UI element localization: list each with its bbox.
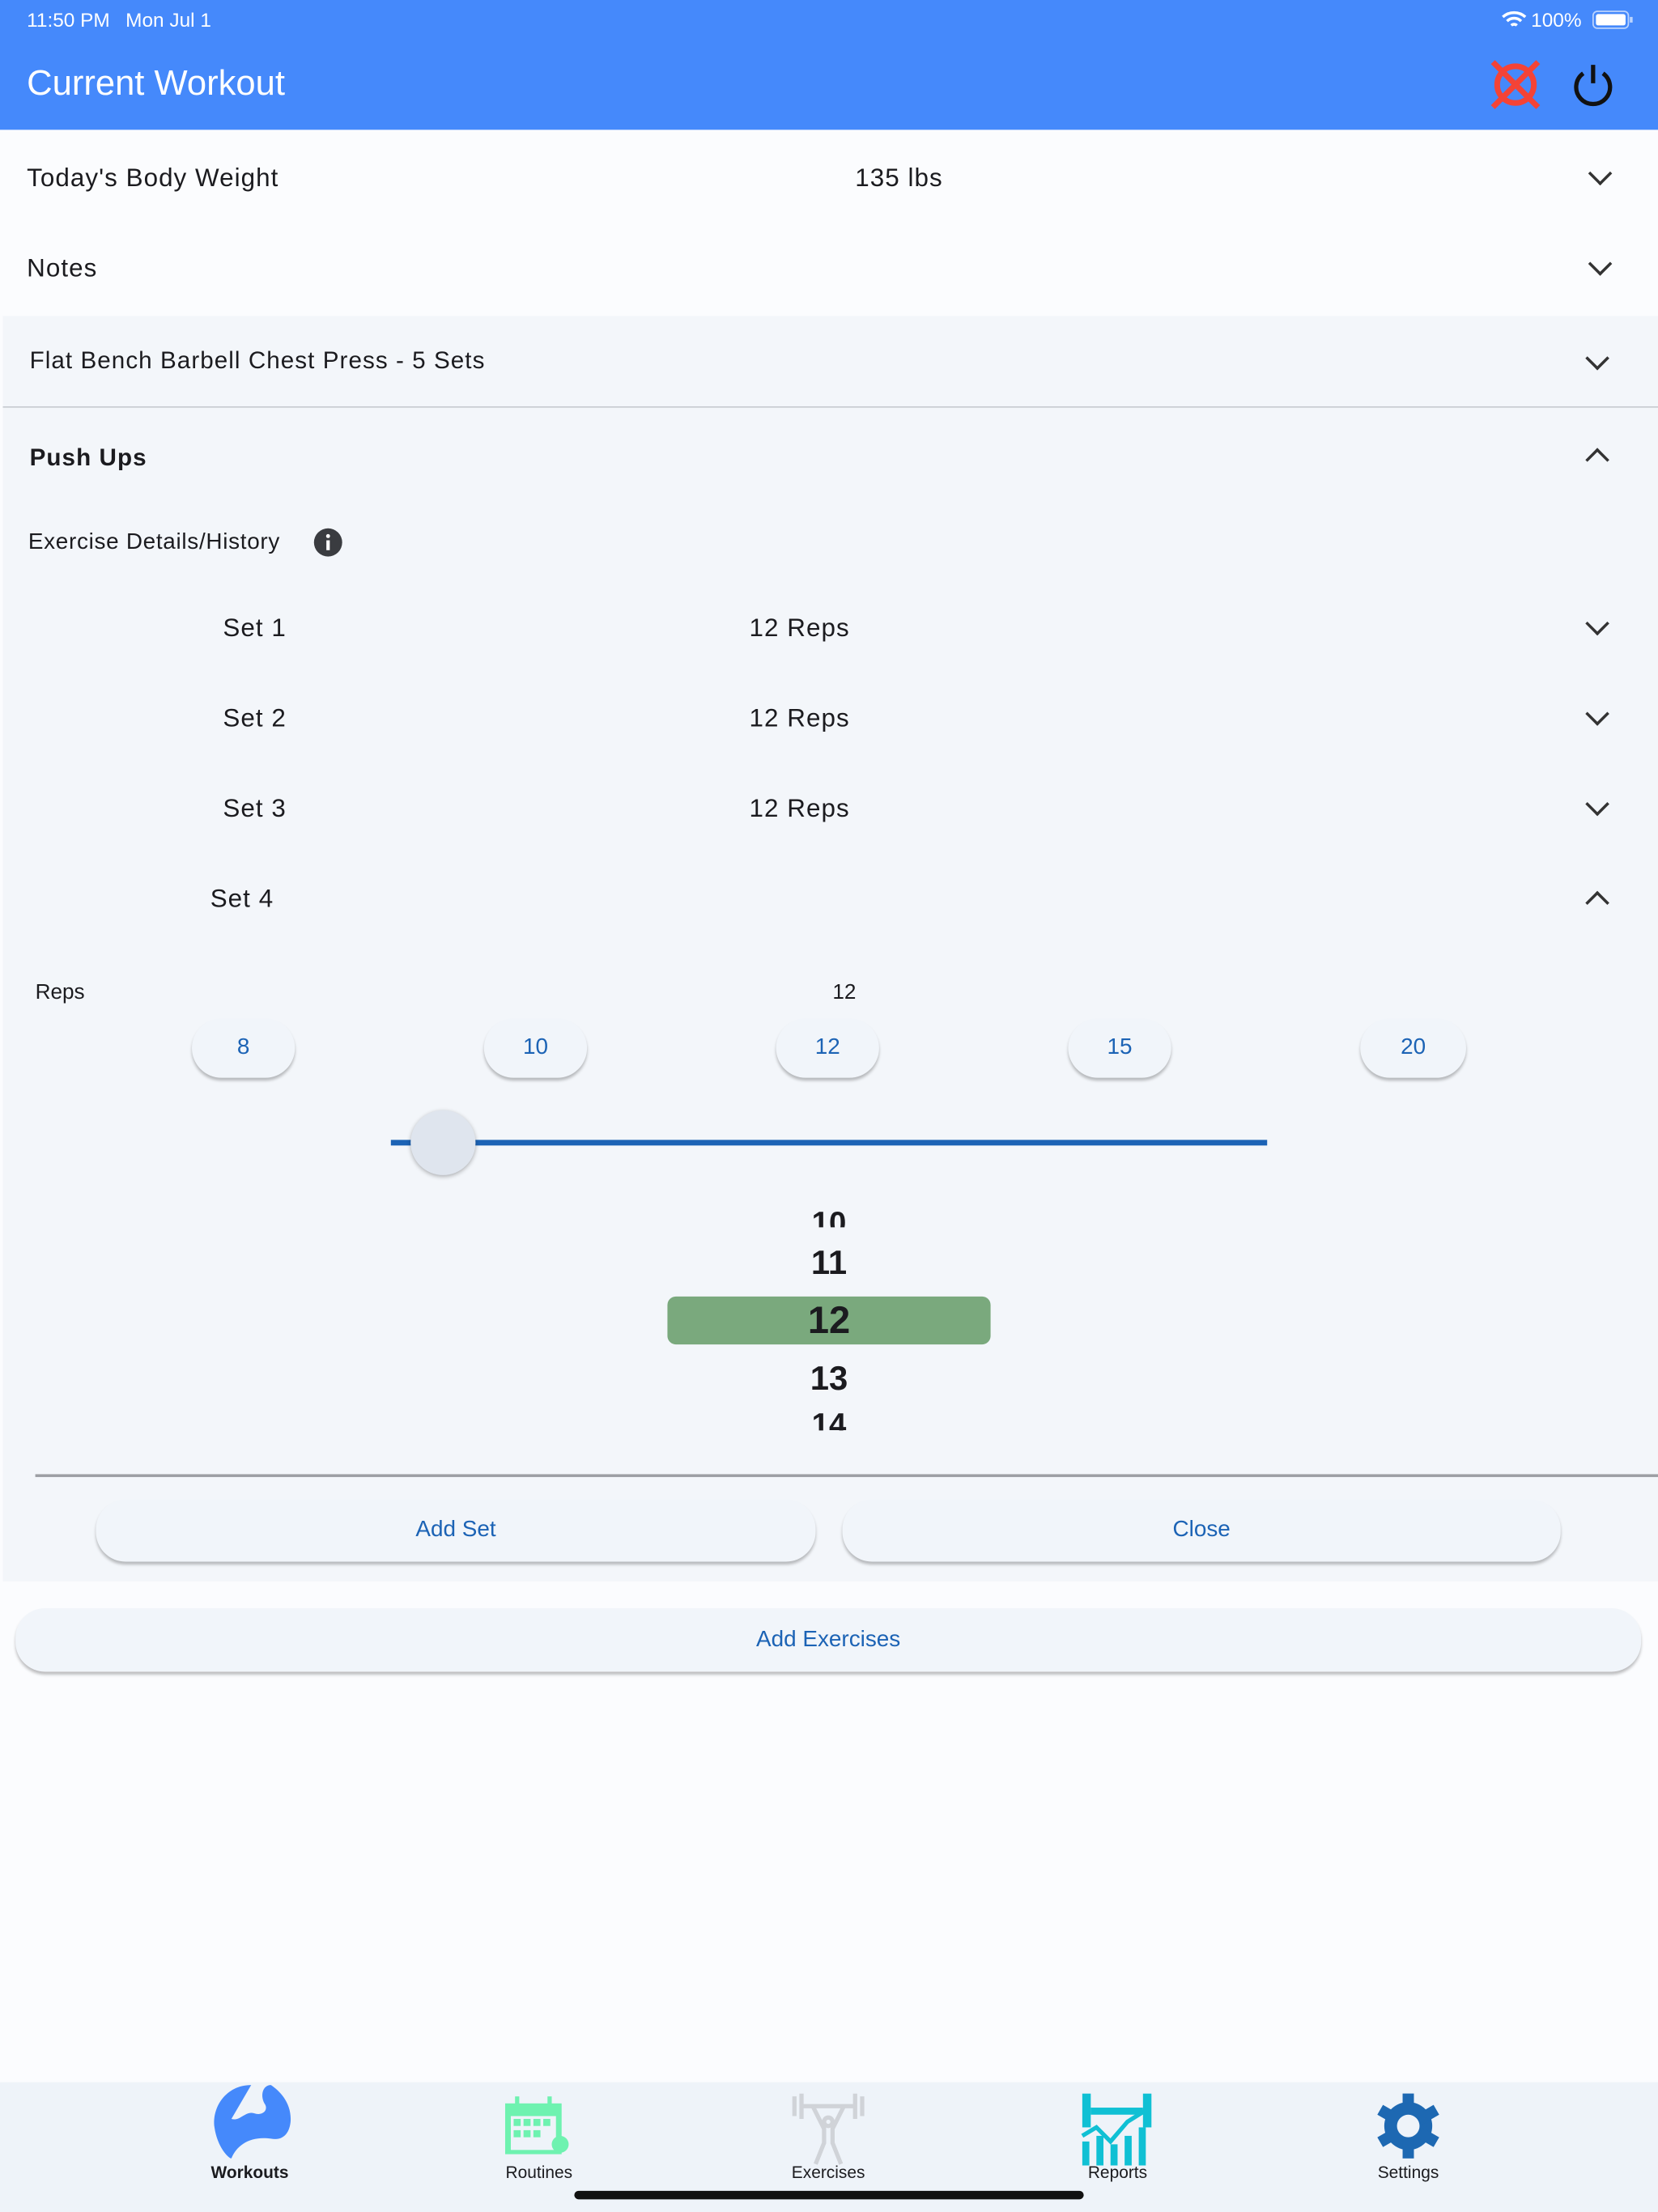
- exercise-row-pushups[interactable]: Push Ups: [2, 409, 1658, 507]
- chevron-down-icon[interactable]: [1588, 161, 1613, 186]
- chevron-up-icon[interactable]: [1585, 890, 1609, 915]
- body-weight-label: Today's Body Weight: [27, 163, 279, 193]
- reps-slider-track[interactable]: [390, 1140, 1268, 1146]
- picker-option[interactable]: 14: [667, 1408, 990, 1431]
- set-label: Set 1: [223, 614, 287, 643]
- set-row-expanded[interactable]: Set 4: [2, 855, 1658, 945]
- battery-icon: [1592, 11, 1633, 29]
- nav-label: Settings: [1377, 2163, 1439, 2183]
- status-date: Mon Jul 1: [125, 8, 211, 32]
- notes-label: Notes: [27, 253, 98, 282]
- close-button[interactable]: Close: [842, 1499, 1561, 1562]
- set-value: 12 Reps: [749, 794, 850, 823]
- chevron-down-icon[interactable]: [1585, 611, 1609, 636]
- picker-option[interactable]: 10: [667, 1205, 990, 1228]
- exercise-list: Flat Bench Barbell Chest Press - 5 Sets …: [2, 316, 1658, 1582]
- set-label: Set 2: [223, 703, 287, 732]
- picker-option[interactable]: 13: [667, 1360, 990, 1399]
- divider: [35, 1474, 1658, 1477]
- chevron-down-icon[interactable]: [1588, 252, 1613, 276]
- exercise-title: Push Ups: [29, 444, 147, 472]
- set-row[interactable]: Set 3 12 Reps: [2, 765, 1658, 856]
- app-bar: 11:50 PM Mon Jul 1 100% Current Workout: [0, 0, 1658, 130]
- nav-label: Routines: [505, 2163, 573, 2183]
- set-label: Set 3: [223, 794, 287, 823]
- add-set-button[interactable]: Add Set: [96, 1499, 816, 1562]
- reps-slider-thumb[interactable]: [410, 1110, 476, 1175]
- page-title: Current Workout: [27, 63, 285, 104]
- reps-value: 12: [832, 980, 857, 1005]
- flexed-arm-icon: [214, 2085, 291, 2159]
- exercise-title: Flat Bench Barbell Chest Press - 5 Sets: [29, 346, 486, 374]
- preset-20-button[interactable]: 20: [1360, 1018, 1466, 1078]
- set-row[interactable]: Set 1 12 Reps: [2, 584, 1658, 675]
- notes-row[interactable]: Notes: [0, 223, 1658, 316]
- wifi-icon: [1502, 11, 1527, 27]
- add-exercises-button[interactable]: Add Exercises: [15, 1608, 1642, 1672]
- info-icon[interactable]: [313, 528, 343, 558]
- power-icon[interactable]: [1571, 62, 1616, 108]
- chevron-down-icon[interactable]: [1585, 346, 1609, 371]
- chart-barbell-icon: [1081, 2093, 1152, 2166]
- nav-label: Reports: [1087, 2163, 1148, 2183]
- exercise-row-bench[interactable]: Flat Bench Barbell Chest Press - 5 Sets: [2, 316, 1658, 408]
- set-row[interactable]: Set 2 12 Reps: [2, 674, 1658, 765]
- cancel-workout-icon[interactable]: [1490, 59, 1541, 110]
- chevron-down-icon[interactable]: [1585, 792, 1609, 817]
- body-weight-value: 135 lbs: [855, 163, 943, 193]
- home-indicator[interactable]: [574, 2190, 1084, 2200]
- preset-10-button[interactable]: 10: [483, 1018, 588, 1078]
- nav-label: Workouts: [210, 2163, 289, 2183]
- calendar-icon: [504, 2096, 569, 2155]
- status-time: 11:50 PM: [27, 8, 110, 32]
- picker-option[interactable]: 11: [667, 1244, 990, 1284]
- picker-option-selected[interactable]: 12: [667, 1299, 990, 1343]
- bottom-nav: Workouts Routines Exercises Reports Sett…: [0, 2082, 1658, 2212]
- nav-label: Exercises: [791, 2163, 865, 2183]
- preset-8-button[interactable]: 8: [192, 1018, 295, 1078]
- battery-percent: 100%: [1531, 8, 1582, 32]
- set-value: 12 Reps: [749, 614, 850, 643]
- preset-12-button[interactable]: 12: [776, 1018, 879, 1078]
- reps-label: Reps: [35, 980, 85, 1005]
- gear-icon: [1377, 2093, 1439, 2159]
- set-value: 12 Reps: [749, 703, 850, 732]
- chevron-up-icon[interactable]: [1585, 448, 1609, 473]
- weightlifter-icon: [792, 2093, 865, 2165]
- preset-15-button[interactable]: 15: [1068, 1018, 1171, 1078]
- body-weight-row[interactable]: Today's Body Weight 135 lbs: [0, 129, 1658, 223]
- chevron-down-icon[interactable]: [1585, 702, 1609, 726]
- exercise-details-label[interactable]: Exercise Details/History: [28, 530, 280, 555]
- set-label: Set 4: [210, 884, 274, 913]
